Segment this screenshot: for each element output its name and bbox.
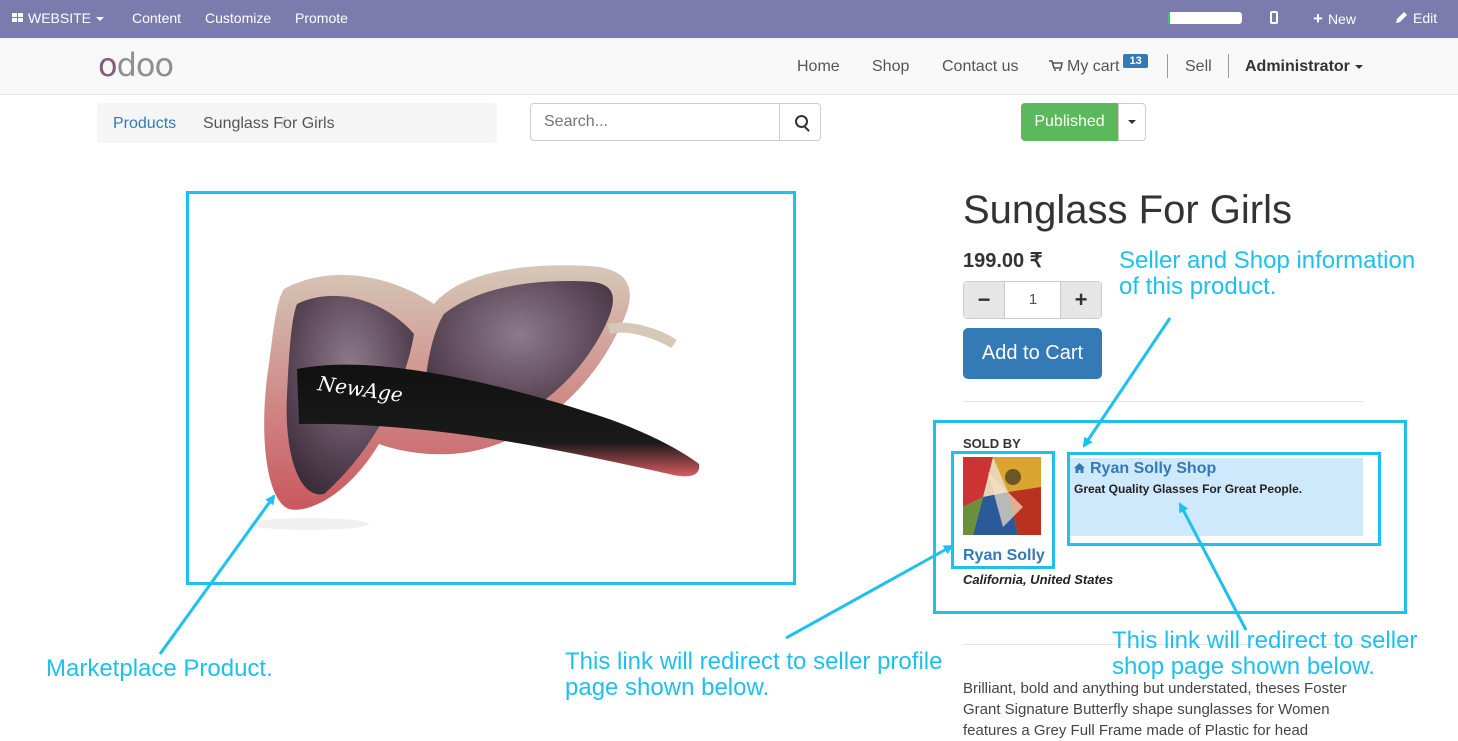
arrow-to-product-image	[158, 494, 276, 655]
annotation-profile-line2: page shown below.	[565, 674, 770, 701]
annotation-profile-line1: This link will redirect to seller profil…	[565, 648, 943, 675]
arrow-to-seller-profile	[785, 544, 954, 640]
annotation-arrows	[158, 317, 1248, 655]
annotation-product: Marketplace Product.	[46, 655, 273, 682]
arrow-to-seller-info	[1082, 317, 1172, 448]
annotation-shop-line2: shop page shown below.	[1112, 653, 1375, 680]
annotation-seller-info-line1: Seller and Shop information	[1119, 247, 1416, 274]
arrow-to-seller-shop	[1178, 502, 1248, 631]
annotation-shop-line1: This link will redirect to seller	[1112, 627, 1418, 654]
annotation-seller-info-line2: of this product.	[1119, 273, 1277, 300]
